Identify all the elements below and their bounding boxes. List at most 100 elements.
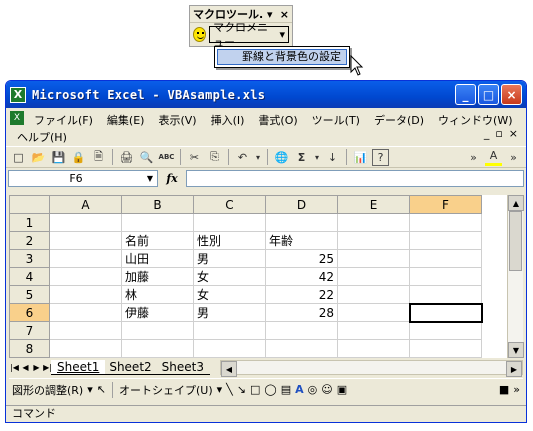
cell-a6[interactable]	[49, 303, 122, 322]
select-objects-icon[interactable]: ↖	[97, 383, 106, 396]
scroll-down-icon[interactable]: ▼	[508, 342, 524, 358]
sheet-tab-1[interactable]: Sheet1	[51, 360, 106, 375]
sheet-tab-2[interactable]: Sheet2	[103, 360, 158, 375]
cell-d4[interactable]: 42	[265, 267, 338, 286]
chart-wizard-icon[interactable]: 📊	[352, 149, 369, 166]
minimize-button[interactable]: _	[455, 84, 476, 105]
window-titlebar[interactable]: X Microsoft Excel - VBAsample.xls _ □ ×	[6, 81, 526, 108]
column-header-f[interactable]: F	[409, 195, 482, 214]
textbox-icon[interactable]: ▤	[281, 383, 291, 396]
cell-d7[interactable]	[265, 321, 338, 340]
cell-e8[interactable]	[337, 339, 410, 358]
excel-icon[interactable]: X	[10, 86, 26, 103]
workbook-icon[interactable]: X	[10, 111, 24, 125]
chevron-down-icon[interactable]: ▾	[217, 383, 223, 396]
maximize-button[interactable]: □	[478, 84, 499, 105]
autosum-icon[interactable]: Σ	[293, 149, 310, 166]
cell-b3[interactable]: 山田	[121, 249, 194, 268]
autoshapes-button[interactable]: オートシェイプ(U)	[119, 382, 213, 398]
cell-e7[interactable]	[337, 321, 410, 340]
scroll-left-icon[interactable]: ◀	[220, 361, 237, 377]
row-header[interactable]: 7	[9, 321, 50, 340]
email-icon[interactable]: 🗎	[90, 149, 107, 166]
menu-window[interactable]: ウィンドウ(W)	[431, 110, 519, 127]
chevron-down-icon[interactable]: ▾	[313, 149, 321, 166]
chevron-down-icon[interactable]: ▼	[143, 174, 157, 183]
cell-b4[interactable]: 加藤	[121, 267, 194, 286]
cell-a4[interactable]	[49, 267, 122, 286]
open-icon[interactable]: 📂	[30, 149, 47, 166]
permission-icon[interactable]: 🔒	[70, 149, 87, 166]
oval-icon[interactable]: ◯	[264, 383, 276, 396]
toolbar-overflow-icon[interactable]: »	[465, 149, 482, 166]
copy-icon[interactable]: ⎘	[206, 149, 223, 166]
cell-c4[interactable]: 女	[193, 267, 266, 286]
macro-menu-button[interactable]: マクロメニュー ▾	[209, 21, 289, 49]
shadow-icon[interactable]: ■	[499, 383, 509, 396]
spelling-icon[interactable]: ABC	[158, 149, 175, 166]
cell-a2[interactable]	[49, 231, 122, 250]
cell-a1[interactable]	[49, 213, 122, 232]
cell-b5[interactable]: 林	[121, 285, 194, 304]
undo-icon[interactable]: ↶	[234, 149, 251, 166]
toolbar-overflow-icon[interactable]: »	[505, 149, 522, 166]
cell-e6[interactable]	[337, 303, 410, 322]
cell-c6[interactable]: 男	[193, 303, 266, 322]
rectangle-icon[interactable]: □	[250, 383, 260, 396]
cell-d6[interactable]: 28	[265, 303, 338, 322]
cell-c2[interactable]: 性別	[193, 231, 266, 250]
chevron-down-icon[interactable]: ▾	[254, 149, 262, 166]
insert-function-icon[interactable]: fx	[158, 172, 186, 185]
vertical-scrollbar[interactable]: ▲ ▼	[507, 195, 524, 358]
workbook-minimize-icon[interactable]: _	[484, 127, 490, 144]
row-header[interactable]: 6	[9, 303, 50, 322]
cell-e1[interactable]	[337, 213, 410, 232]
first-sheet-icon[interactable]: |◀	[9, 363, 20, 372]
menu-format[interactable]: 書式(O)	[251, 110, 304, 127]
cell-d1[interactable]	[265, 213, 338, 232]
menu-item-border-background[interactable]: 罫線と背景色の設定	[217, 49, 347, 65]
print-preview-icon[interactable]: 🔍	[138, 149, 155, 166]
column-header-e[interactable]: E	[337, 195, 410, 214]
fill-color-icon[interactable]: A	[485, 149, 502, 166]
cell-f1[interactable]	[409, 213, 482, 232]
workbook-close-icon[interactable]: ×	[509, 127, 518, 144]
sort-ascending-icon[interactable]: ↓	[324, 149, 341, 166]
prev-sheet-icon[interactable]: ◀	[20, 363, 31, 372]
menu-file[interactable]: ファイル(F)	[27, 110, 100, 127]
menu-edit[interactable]: 編集(E)	[100, 110, 152, 127]
cell-a8[interactable]	[49, 339, 122, 358]
arrow-icon[interactable]: ↘	[237, 383, 246, 396]
workbook-restore-icon[interactable]: ▫	[495, 127, 502, 144]
cell-b7[interactable]	[121, 321, 194, 340]
row-header[interactable]: 4	[9, 267, 50, 286]
cell-e5[interactable]	[337, 285, 410, 304]
row-header[interactable]: 2	[9, 231, 50, 250]
help-icon[interactable]: ?	[372, 148, 389, 166]
cell-f7[interactable]	[409, 321, 482, 340]
formula-input[interactable]	[186, 169, 524, 187]
cell-d2[interactable]: 年齢	[265, 231, 338, 250]
menu-insert[interactable]: 挿入(I)	[204, 110, 252, 127]
cell-e2[interactable]	[337, 231, 410, 250]
scroll-right-icon[interactable]: ▶	[506, 361, 522, 377]
chevron-down-icon[interactable]: ▾	[87, 383, 93, 396]
row-header[interactable]: 1	[9, 213, 50, 232]
cell-d5[interactable]: 22	[265, 285, 338, 304]
cell-f6[interactable]	[408, 302, 483, 323]
clipart-icon[interactable]: ☺	[321, 383, 332, 396]
line-icon[interactable]: ╲	[226, 383, 233, 396]
horizontal-scrollbar[interactable]: ◀ ▶	[219, 360, 523, 377]
picture-icon[interactable]: ▣	[337, 383, 347, 396]
scroll-up-icon[interactable]: ▲	[508, 195, 524, 211]
cell-f2[interactable]	[409, 231, 482, 250]
cell-d3[interactable]: 25	[265, 249, 338, 268]
cell-c1[interactable]	[193, 213, 266, 232]
cell-c8[interactable]	[193, 339, 266, 358]
print-icon[interactable]: 🖨	[118, 149, 135, 166]
menu-tools[interactable]: ツール(T)	[305, 110, 367, 127]
cell-b8[interactable]	[121, 339, 194, 358]
cell-b1[interactable]	[121, 213, 194, 232]
close-icon[interactable]: ×	[280, 8, 289, 21]
new-icon[interactable]: □	[10, 149, 27, 166]
